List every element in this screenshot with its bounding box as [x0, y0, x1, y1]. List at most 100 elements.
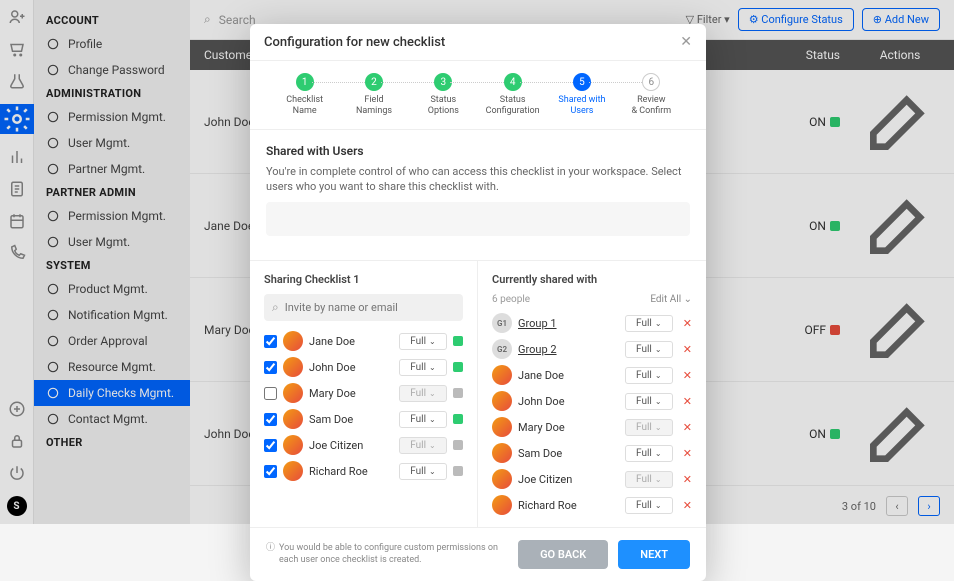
permission-select[interactable]: Full ⌄: [399, 437, 447, 454]
sidebar-item[interactable]: Partner Mgmt.: [34, 156, 190, 182]
user-checkbox[interactable]: [264, 439, 277, 452]
sidebar-item-label: Notification Mgmt.: [68, 308, 168, 322]
remove-icon[interactable]: ✕: [683, 499, 692, 512]
doc-icon[interactable]: [8, 180, 26, 198]
search-icon: ⌕: [272, 300, 279, 315]
permission-select[interactable]: Full ⌄: [625, 497, 673, 514]
gear-icon[interactable]: [0, 104, 34, 134]
step[interactable]: 2FieldNamings: [339, 73, 408, 117]
prev-page[interactable]: ‹: [886, 496, 908, 516]
add-new-button[interactable]: ⊕ Add New: [862, 8, 940, 31]
step[interactable]: 6Review& Confirm: [617, 73, 686, 117]
bars-icon[interactable]: [8, 148, 26, 166]
next-button[interactable]: NEXT: [618, 540, 690, 569]
step-label: StatusConfiguration: [486, 95, 540, 117]
permission-select[interactable]: Full ⌄: [625, 341, 673, 358]
share-user-row: Mary DoeFull ⌄: [264, 383, 463, 403]
nav-icon: [46, 209, 60, 223]
section-heading: OTHER: [34, 432, 190, 453]
invite-input[interactable]: [285, 301, 455, 314]
user-name: Richard Roe: [518, 499, 619, 512]
calendar-icon[interactable]: [8, 212, 26, 230]
permission-select[interactable]: Full ⌄: [399, 463, 447, 480]
status-cell: ON: [740, 115, 860, 129]
remove-icon[interactable]: ✕: [683, 369, 692, 382]
step[interactable]: 4StatusConfiguration: [478, 73, 547, 117]
step-number: 5: [573, 73, 591, 91]
group-avatar: G2: [492, 339, 512, 359]
edit-all-button[interactable]: Edit All ⌄: [650, 294, 692, 305]
edit-action[interactable]: [860, 184, 940, 267]
info-icon: ⓘ: [266, 543, 275, 566]
sidebar-item-label: Change Password: [68, 63, 165, 77]
permission-select[interactable]: Full ⌄: [625, 393, 673, 410]
status-square: [453, 440, 463, 450]
status-square: [453, 466, 463, 476]
share-user-row: Richard RoeFull ⌄: [264, 461, 463, 481]
permission-select[interactable]: Full ⌄: [625, 471, 673, 488]
sidebar-item[interactable]: Notification Mgmt.: [34, 302, 190, 328]
user-checkbox[interactable]: [264, 465, 277, 478]
sidebar-item-label: Permission Mgmt.: [68, 209, 166, 223]
sidebar-item[interactable]: Profile: [34, 31, 190, 57]
user-checkbox[interactable]: [264, 387, 277, 400]
permission-select[interactable]: Full ⌄: [399, 359, 447, 376]
sidebar-item[interactable]: Change Password: [34, 57, 190, 83]
permission-select[interactable]: Full ⌄: [625, 445, 673, 462]
step[interactable]: 1ChecklistName: [270, 73, 339, 117]
section-heading: ACCOUNT: [34, 10, 190, 31]
remove-icon[interactable]: ✕: [683, 343, 692, 356]
permission-select[interactable]: Full ⌄: [399, 411, 447, 428]
share-left-panel: Sharing Checklist 1 ⌕ Jane DoeFull ⌄John…: [250, 261, 478, 527]
sidebar-item[interactable]: Product Mgmt.: [34, 276, 190, 302]
user-name: John Doe: [309, 361, 393, 374]
sidebar-item[interactable]: User Mgmt.: [34, 130, 190, 156]
lab-icon[interactable]: [8, 72, 26, 90]
next-page[interactable]: ›: [918, 496, 940, 516]
step-label: StatusOptions: [428, 95, 459, 117]
phone-icon[interactable]: [8, 244, 26, 262]
cart-icon[interactable]: [8, 40, 26, 58]
permission-select[interactable]: Full ⌄: [399, 333, 447, 350]
lock-icon[interactable]: [8, 432, 26, 450]
sidebar-item[interactable]: Resource Mgmt.: [34, 354, 190, 380]
permission-select[interactable]: Full ⌄: [399, 385, 447, 402]
user-checkbox[interactable]: [264, 413, 277, 426]
remove-icon[interactable]: ✕: [683, 421, 692, 434]
group-avatar: G1: [492, 313, 512, 333]
power-icon[interactable]: [8, 464, 26, 482]
invite-box[interactable]: ⌕: [264, 294, 463, 321]
sidebar-item[interactable]: User Mgmt.: [34, 229, 190, 255]
step[interactable]: 5Shared withUsers: [547, 73, 616, 117]
edit-action[interactable]: [860, 288, 940, 371]
permission-select[interactable]: Full ⌄: [625, 419, 673, 436]
sidebar-item[interactable]: Permission Mgmt.: [34, 104, 190, 130]
sidebar-item-label: Daily Checks Mgmt.: [68, 386, 174, 400]
permission-select[interactable]: Full ⌄: [625, 315, 673, 332]
edit-action[interactable]: [860, 392, 940, 475]
status-on-icon: [830, 221, 840, 231]
user-name: John Doe: [518, 395, 619, 408]
add-user-icon[interactable]: [8, 8, 26, 26]
step[interactable]: 3StatusOptions: [409, 73, 478, 117]
remove-icon[interactable]: ✕: [683, 473, 692, 486]
configure-status-button[interactable]: ⚙ Configure Status: [738, 8, 854, 31]
sidebar-item[interactable]: Contact Mgmt.: [34, 406, 190, 432]
close-icon[interactable]: ✕: [680, 34, 692, 50]
permission-select[interactable]: Full ⌄: [625, 367, 673, 384]
icon-rail: S: [0, 0, 34, 524]
remove-icon[interactable]: ✕: [683, 395, 692, 408]
go-back-button[interactable]: GO BACK: [518, 540, 608, 569]
sidebar: ACCOUNTProfileChange PasswordADMINISTRAT…: [34, 0, 190, 524]
sidebar-item[interactable]: Permission Mgmt.: [34, 203, 190, 229]
user-checkbox[interactable]: [264, 361, 277, 374]
remove-icon[interactable]: ✕: [683, 447, 692, 460]
sidebar-item[interactable]: Order Approval: [34, 328, 190, 354]
edit-action[interactable]: [860, 80, 940, 163]
shared-user-row: G1Group 1Full ⌄✕: [492, 313, 692, 333]
sidebar-item[interactable]: Daily Checks Mgmt.: [34, 380, 190, 406]
user-name: Jane Doe: [309, 335, 393, 348]
plus-circle-icon[interactable]: [8, 400, 26, 418]
user-checkbox[interactable]: [264, 335, 277, 348]
remove-icon[interactable]: ✕: [683, 317, 692, 330]
